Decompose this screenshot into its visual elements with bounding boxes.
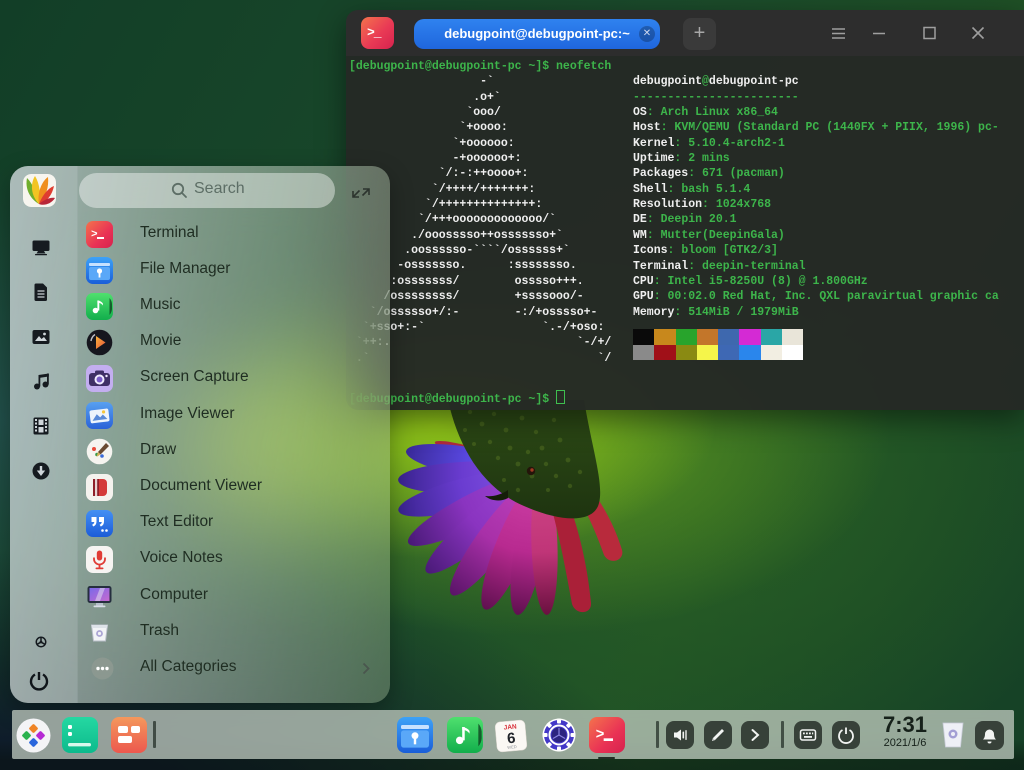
- svg-text:WED: WED: [507, 744, 517, 750]
- svg-text:>: >: [596, 727, 605, 743]
- svg-text:>: >: [91, 229, 98, 241]
